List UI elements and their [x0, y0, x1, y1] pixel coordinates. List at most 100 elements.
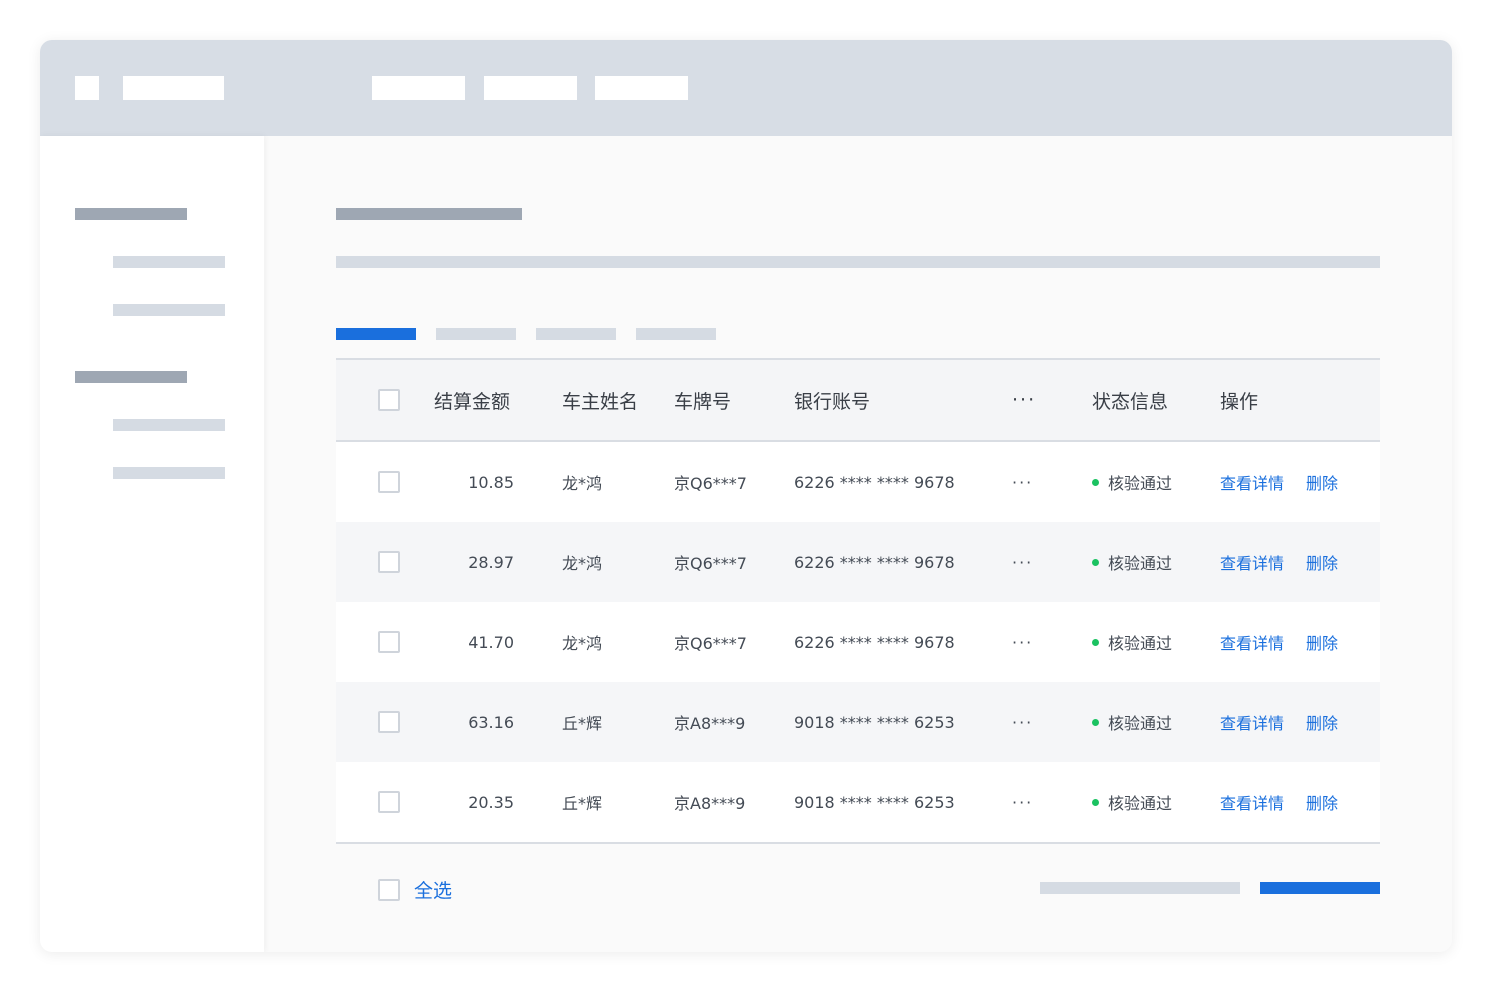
column-header-status: 状态信息 — [1092, 390, 1169, 413]
cell-amount: 10.85 — [468, 472, 514, 492]
row-checkbox[interactable] — [378, 791, 400, 813]
page-title-placeholder — [336, 208, 522, 220]
status-text: 核验通过 — [1108, 794, 1173, 813]
status-text: 核验通过 — [1108, 474, 1173, 493]
cell-more[interactable]: ··· — [1012, 442, 1033, 522]
page-description-placeholder — [336, 256, 1380, 268]
status-text: 核验通过 — [1108, 554, 1173, 573]
row-actions: 查看详情 删除 — [1220, 602, 1338, 682]
header-checkbox[interactable] — [378, 389, 400, 411]
cell-plate: 京Q6***7 — [674, 634, 747, 653]
sidebar-item-1[interactable] — [113, 256, 225, 268]
row-actions: 查看详情 删除 — [1220, 442, 1338, 522]
settlement-table: 结算金额 车主姓名 车牌号 银行账号 ··· 状态信息 操作 10.85 龙*鸿… — [336, 358, 1380, 844]
main-content: 结算金额 车主姓名 车牌号 银行账号 ··· 状态信息 操作 10.85 龙*鸿… — [264, 136, 1452, 952]
delete-link[interactable]: 删除 — [1306, 550, 1338, 574]
sidebar-item-4[interactable] — [113, 467, 225, 479]
cell-amount: 41.70 — [468, 632, 514, 652]
status-dot-icon — [1092, 478, 1099, 486]
table-header: 结算金额 车主姓名 车牌号 银行账号 ··· 状态信息 操作 — [336, 358, 1380, 442]
cell-plate: 京A8***9 — [674, 714, 746, 733]
column-header-actions: 操作 — [1220, 390, 1259, 413]
row-checkbox[interactable] — [378, 471, 400, 493]
status-text: 核验通过 — [1108, 714, 1173, 733]
select-all-checkbox[interactable] — [378, 878, 400, 901]
cell-bank-account: 6226 **** **** 9678 — [794, 472, 955, 492]
tab-active[interactable] — [336, 328, 416, 340]
table-row: 63.16 丘*辉 京A8***9 9018 **** **** 6253 ··… — [336, 682, 1380, 762]
cell-plate: 京A8***9 — [674, 794, 746, 813]
tab-3[interactable] — [536, 328, 616, 340]
sidebar — [40, 136, 264, 952]
table-row: 20.35 丘*辉 京A8***9 9018 **** **** 6253 ··… — [336, 762, 1380, 842]
cell-more[interactable]: ··· — [1012, 762, 1033, 842]
cell-owner: 龙*鸿 — [562, 554, 603, 573]
view-details-link[interactable]: 查看详情 — [1220, 710, 1284, 734]
top-nav-item-1[interactable] — [372, 76, 465, 100]
cell-bank-account: 6226 **** **** 9678 — [794, 552, 955, 572]
app-logo[interactable] — [75, 76, 99, 100]
cell-owner: 龙*鸿 — [562, 634, 603, 653]
tab-4[interactable] — [636, 328, 716, 340]
status-dot-icon — [1092, 558, 1099, 566]
cell-more[interactable]: ··· — [1012, 602, 1033, 682]
row-actions: 查看详情 删除 — [1220, 522, 1338, 602]
status-badge: 核验通过 — [1092, 602, 1172, 682]
status-dot-icon — [1092, 798, 1099, 806]
cell-more[interactable]: ··· — [1012, 522, 1033, 602]
view-details-link[interactable]: 查看详情 — [1220, 630, 1284, 654]
row-actions: 查看详情 删除 — [1220, 762, 1338, 842]
sidebar-group-heading-1[interactable] — [75, 208, 187, 220]
row-checkbox[interactable] — [378, 551, 400, 573]
delete-link[interactable]: 删除 — [1306, 710, 1338, 734]
table-row: 28.97 龙*鸿 京Q6***7 6226 **** **** 9678 ··… — [336, 522, 1380, 602]
view-details-link[interactable]: 查看详情 — [1220, 550, 1284, 574]
top-navigation-bar — [40, 40, 1452, 136]
delete-link[interactable]: 删除 — [1306, 790, 1338, 814]
sidebar-item-3[interactable] — [113, 419, 225, 431]
status-dot-icon — [1092, 638, 1099, 646]
delete-link[interactable]: 删除 — [1306, 630, 1338, 654]
cell-bank-account: 6226 **** **** 9678 — [794, 632, 955, 652]
row-actions: 查看详情 删除 — [1220, 682, 1338, 762]
view-details-link[interactable]: 查看详情 — [1220, 790, 1284, 814]
table-row: 41.70 龙*鸿 京Q6***7 6226 **** **** 9678 ··… — [336, 602, 1380, 682]
cell-plate: 京Q6***7 — [674, 474, 747, 493]
table-footer: 全选 — [336, 866, 1380, 910]
table-row: 10.85 龙*鸿 京Q6***7 6226 **** **** 9678 ··… — [336, 442, 1380, 522]
sidebar-item-2[interactable] — [113, 304, 225, 316]
column-header-more[interactable]: ··· — [1012, 360, 1036, 440]
select-all-control[interactable]: 全选 — [378, 876, 452, 903]
status-badge: 核验通过 — [1092, 682, 1172, 762]
status-badge: 核验通过 — [1092, 762, 1172, 842]
status-badge: 核验通过 — [1092, 442, 1172, 522]
pagination-placeholder[interactable] — [1040, 882, 1240, 894]
tab-2[interactable] — [436, 328, 516, 340]
cell-bank-account: 9018 **** **** 6253 — [794, 712, 955, 732]
primary-action-button[interactable] — [1260, 882, 1380, 894]
delete-link[interactable]: 删除 — [1306, 470, 1338, 494]
cell-bank-account: 9018 **** **** 6253 — [794, 792, 955, 812]
view-details-link[interactable]: 查看详情 — [1220, 470, 1284, 494]
row-checkbox[interactable] — [378, 631, 400, 653]
status-text: 核验通过 — [1108, 634, 1173, 653]
select-all-label[interactable]: 全选 — [414, 876, 452, 903]
column-header-amount: 结算金额 — [434, 390, 511, 413]
cell-owner: 丘*辉 — [562, 794, 603, 813]
status-badge: 核验通过 — [1092, 522, 1172, 602]
top-nav-item-3[interactable] — [595, 76, 688, 100]
cell-amount: 20.35 — [468, 792, 514, 812]
top-nav-item-2[interactable] — [484, 76, 577, 100]
table-body: 10.85 龙*鸿 京Q6***7 6226 **** **** 9678 ··… — [336, 442, 1380, 844]
column-header-plate: 车牌号 — [674, 390, 732, 413]
cell-plate: 京Q6***7 — [674, 554, 747, 573]
cell-more[interactable]: ··· — [1012, 682, 1033, 762]
cell-amount: 63.16 — [468, 712, 514, 732]
app-title-placeholder — [123, 76, 224, 100]
app-window: 结算金额 车主姓名 车牌号 银行账号 ··· 状态信息 操作 10.85 龙*鸿… — [40, 40, 1452, 952]
column-header-owner: 车主姓名 — [562, 390, 639, 413]
cell-owner: 丘*辉 — [562, 714, 603, 733]
sidebar-group-heading-2[interactable] — [75, 371, 187, 383]
row-checkbox[interactable] — [378, 711, 400, 733]
cell-amount: 28.97 — [468, 552, 514, 572]
